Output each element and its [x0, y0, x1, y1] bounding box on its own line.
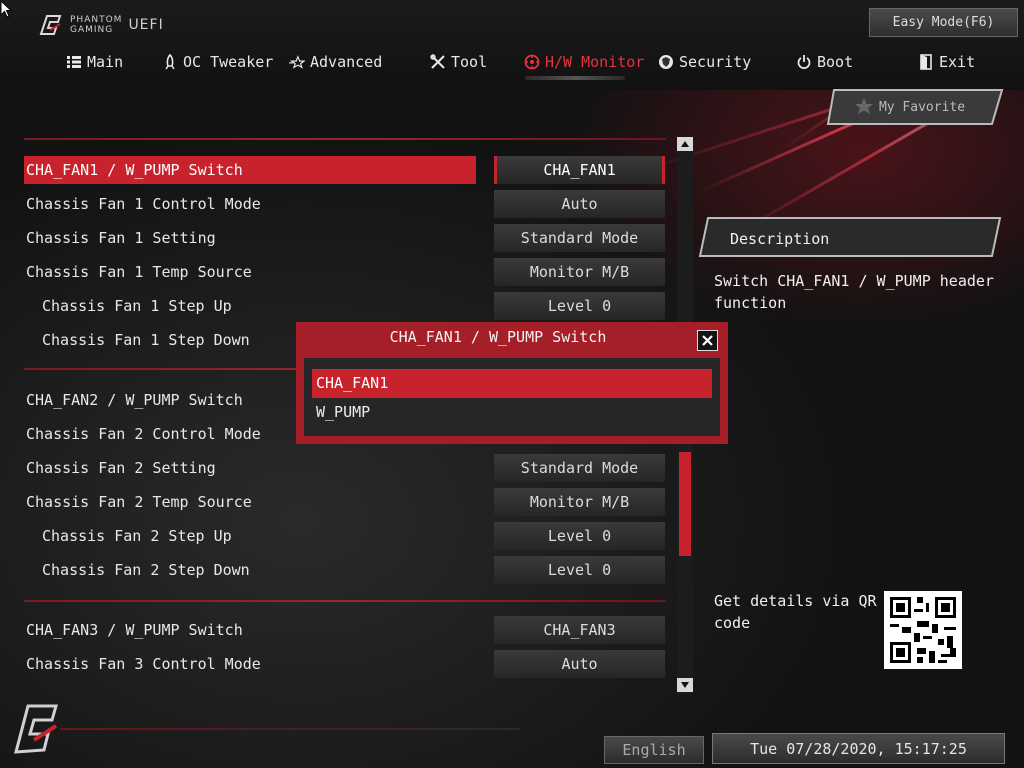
- setting-label-fan2-step-up[interactable]: Chassis Fan 2 Step Up: [42, 522, 232, 550]
- setting-value-fan2-temp-source[interactable]: Monitor M/B: [494, 488, 665, 516]
- phantom-gaming-logo-icon: [39, 15, 62, 35]
- easy-mode-button[interactable]: Easy Mode(F6): [869, 8, 1018, 37]
- setting-value-cha-fan1-switch[interactable]: CHA_FAN1: [494, 156, 665, 184]
- group-separator: [24, 600, 666, 602]
- setting-value-fan2-setting[interactable]: Standard Mode: [494, 454, 665, 482]
- tab-tool[interactable]: Tool: [430, 50, 487, 74]
- tab-oc-tweaker[interactable]: OC Tweaker: [162, 50, 273, 74]
- tab-advanced-label: Advanced: [310, 53, 383, 71]
- setting-label-cha-fan1-switch[interactable]: CHA_FAN1 / W_PUMP Switch: [24, 156, 476, 184]
- tab-security[interactable]: Security: [658, 50, 751, 74]
- tab-boot[interactable]: Boot: [796, 50, 853, 74]
- description-title: Description: [730, 230, 830, 248]
- scroll-up-button[interactable]: [677, 137, 693, 151]
- setting-label-fan2-step-down[interactable]: Chassis Fan 2 Step Down: [42, 556, 250, 584]
- datetime-display: Tue 07/28/2020, 15:17:25: [712, 733, 1005, 764]
- setting-value-fan1-step-up[interactable]: Level 0: [494, 292, 665, 320]
- my-favorite-button[interactable]: My Favorite: [826, 88, 1004, 126]
- mouse-cursor-icon: [0, 0, 12, 18]
- setting-value-fan2-step-up[interactable]: Level 0: [494, 522, 665, 550]
- group-separator: [24, 138, 666, 140]
- arrow-up-icon: [681, 141, 689, 147]
- setting-value-fan3-control-mode[interactable]: Auto: [494, 650, 665, 678]
- setting-value-fan1-temp-source[interactable]: Monitor M/B: [494, 258, 665, 286]
- tab-main-label: Main: [87, 53, 124, 71]
- setting-label-fan1-step-up[interactable]: Chassis Fan 1 Step Up: [42, 292, 232, 320]
- arrow-down-icon: [681, 682, 689, 688]
- setting-label-fan1-step-down[interactable]: Chassis Fan 1 Step Down: [42, 326, 250, 354]
- brand-logo: PHANTOM GAMING UEFI: [38, 14, 164, 36]
- exit-door-icon: [918, 54, 934, 70]
- setting-label-fan2-setting[interactable]: Chassis Fan 2 Setting: [26, 454, 216, 482]
- setting-value-fan1-control-mode[interactable]: Auto: [494, 190, 665, 218]
- monitor-gauge-icon: [524, 54, 540, 70]
- my-favorite-label: My Favorite: [878, 99, 966, 115]
- tab-main[interactable]: Main: [66, 50, 123, 74]
- main-nav: Main OC Tweaker Advanced Tool H/W Monito…: [0, 50, 1024, 76]
- scroll-down-button[interactable]: [677, 678, 693, 692]
- language-selector[interactable]: English: [604, 736, 704, 764]
- qr-code-icon: [890, 597, 956, 663]
- tab-boot-label: Boot: [817, 53, 854, 71]
- setting-label-fan1-setting[interactable]: Chassis Fan 1 Setting: [26, 224, 216, 252]
- tab-security-label: Security: [679, 53, 752, 71]
- setting-value-fan1-setting[interactable]: Standard Mode: [494, 224, 665, 252]
- dialog-option-w-pump[interactable]: W_PUMP: [312, 398, 370, 427]
- power-icon: [796, 54, 812, 70]
- setting-label-fan2-temp-source[interactable]: Chassis Fan 2 Temp Source: [26, 488, 252, 516]
- brand-name: PHANTOM GAMING: [70, 15, 123, 35]
- setting-value-cha-fan3-switch[interactable]: CHA_FAN3: [494, 616, 665, 644]
- tab-exit[interactable]: Exit: [918, 50, 975, 74]
- description-header: Description: [698, 214, 1004, 260]
- tab-hw-monitor[interactable]: H/W Monitor: [524, 50, 644, 74]
- dialog-option-cha-fan1[interactable]: CHA_FAN1: [312, 369, 712, 398]
- list-icon: [66, 54, 82, 70]
- setting-label-fan3-control-mode[interactable]: Chassis Fan 3 Control Mode: [26, 650, 261, 678]
- tab-tool-label: Tool: [451, 53, 488, 71]
- rocket-icon: [162, 54, 178, 70]
- setting-label-fan2-control-mode[interactable]: Chassis Fan 2 Control Mode: [26, 420, 261, 448]
- description-text: Switch CHA_FAN1 / W_PUMP header function: [714, 272, 994, 312]
- qr-code: [884, 591, 962, 669]
- tab-oc-tweaker-label: OC Tweaker: [183, 53, 274, 71]
- scrollbar-thumb[interactable]: [679, 452, 691, 556]
- footer-divider: [60, 728, 520, 730]
- dialog-title: CHA_FAN1 / W_PUMP Switch: [389, 328, 607, 346]
- phantom-gaming-emblem-icon: [14, 704, 58, 754]
- setting-label-fan1-control-mode[interactable]: Chassis Fan 1 Control Mode: [26, 190, 261, 218]
- setting-label-fan1-temp-source[interactable]: Chassis Fan 1 Temp Source: [26, 258, 252, 286]
- tab-exit-label: Exit: [939, 53, 976, 71]
- setting-label-cha-fan3-switch[interactable]: CHA_FAN3 / W_PUMP Switch: [26, 616, 243, 644]
- setting-label-cha-fan2-switch[interactable]: CHA_FAN2 / W_PUMP Switch: [26, 386, 243, 414]
- tab-hw-monitor-label: H/W Monitor: [545, 53, 645, 71]
- tools-icon: [430, 54, 446, 70]
- setting-value-fan2-step-down[interactable]: Level 0: [494, 556, 665, 584]
- close-icon: [702, 335, 713, 346]
- uefi-label: UEFI: [128, 17, 164, 33]
- dialog-close-button[interactable]: [697, 330, 718, 351]
- qr-caption: Get details via QR code: [714, 592, 877, 632]
- shield-icon: [658, 54, 674, 70]
- active-tab-indicator: [525, 76, 625, 80]
- star-icon: [289, 54, 305, 70]
- tab-advanced[interactable]: Advanced: [289, 50, 382, 74]
